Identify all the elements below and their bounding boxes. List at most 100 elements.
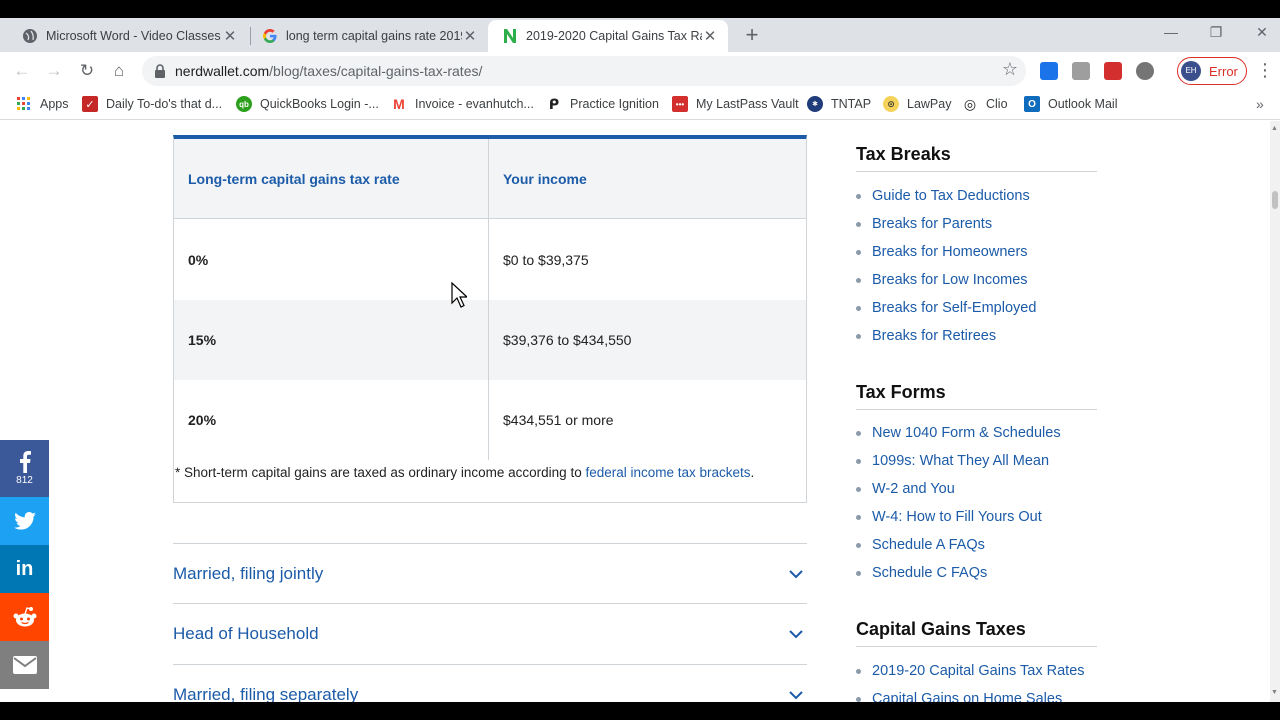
close-tab-icon[interactable]: ✕ <box>462 27 478 45</box>
close-tab-icon[interactable]: ✕ <box>702 27 718 45</box>
accordion-label: Married, filing separately <box>173 684 359 703</box>
bullet-icon <box>856 486 861 492</box>
bookmark-quickbooks[interactable]: qb QuickBooks Login -... <box>236 96 379 112</box>
lastpass-extension-icon[interactable] <box>1104 62 1122 80</box>
sidebar-link[interactable]: 2019-20 Capital Gains Tax Rates <box>856 657 1116 685</box>
avatar: EH <box>1181 61 1201 81</box>
chevron-down-icon <box>789 629 803 638</box>
bookmark-label: LawPay <box>907 97 952 111</box>
tab-microsoft-word[interactable]: Microsoft Word - Video Classes w ✕ <box>8 20 248 52</box>
globe-icon <box>22 28 38 44</box>
income-cell: $434,551 or more <box>503 412 614 428</box>
minimize-icon[interactable]: — <box>1160 24 1182 40</box>
bookmark-lawpay[interactable]: ⊙ LawPay <box>883 96 951 112</box>
mouse-cursor-icon <box>451 282 467 308</box>
linkedin-share-button[interactable]: in <box>0 545 49 593</box>
new-tab-button[interactable]: + <box>740 24 764 48</box>
reload-icon[interactable]: ↻ <box>75 59 99 83</box>
table-header-rate: Long-term capital gains tax rate <box>174 139 489 218</box>
sidebar-list-tax-forms: New 1040 Form & Schedules 1099s: What Th… <box>856 419 1116 587</box>
url-domain: nerdwallet.com <box>175 63 270 79</box>
back-arrow-icon[interactable]: ← <box>10 59 34 83</box>
sidebar-link[interactable]: Schedule A FAQs <box>856 531 1116 559</box>
sidebar-link[interactable]: Breaks for Retirees <box>856 322 1116 350</box>
capital-gains-table: Long-term capital gains tax rate Your in… <box>173 135 807 503</box>
profile-button[interactable]: EH Error <box>1177 57 1247 85</box>
sidebar-link[interactable]: W-4: How to Fill Yours Out <box>856 503 1116 531</box>
bookmark-practice-ignition[interactable]: ᑭ Practice Ignition <box>546 96 659 112</box>
bookmark-invoice[interactable]: M Invoice - evanhutch... <box>391 96 534 112</box>
more-bookmarks-icon[interactable]: » <box>1256 96 1264 112</box>
sidebar-link[interactable]: W-2 and You <box>856 475 1116 503</box>
accordion-married-separately[interactable]: Married, filing separately <box>173 664 807 702</box>
sidebar-link-label: Guide to Tax Deductions <box>872 188 1030 204</box>
profile-status: Error <box>1209 63 1238 79</box>
email-share-button[interactable] <box>0 641 49 689</box>
sidebar-link[interactable]: Breaks for Parents <box>856 210 1116 238</box>
sidebar-link[interactable]: Breaks for Homeowners <box>856 238 1116 266</box>
close-window-icon[interactable]: ✕ <box>1251 24 1273 41</box>
linkedin-icon: in <box>15 557 34 580</box>
close-tab-icon[interactable]: ✕ <box>222 27 238 45</box>
circle-extension-icon[interactable] <box>1136 62 1154 80</box>
bullet-icon <box>856 430 861 436</box>
page-scrollbar[interactable]: ▲ ▼ <box>1270 121 1280 702</box>
lawpay-icon: ⊙ <box>883 96 899 112</box>
sidebar-link[interactable]: Breaks for Self-Employed <box>856 294 1116 322</box>
scroll-up-icon[interactable]: ▲ <box>1271 125 1278 132</box>
reddit-icon <box>13 607 36 627</box>
bookmark-apps[interactable]: Apps <box>16 96 69 112</box>
rate-cell: 20% <box>174 380 489 460</box>
scroll-down-icon[interactable]: ▼ <box>1271 689 1278 696</box>
income-cell: $39,376 to $434,550 <box>503 332 632 348</box>
chevron-down-icon <box>789 690 803 699</box>
tab-strip: Microsoft Word - Video Classes w ✕ long … <box>0 18 1280 52</box>
tab-title: long term capital gains rate 2019 <box>286 29 462 43</box>
address-bar[interactable]: nerdwallet.com/blog/taxes/capital-gains-… <box>142 56 1026 86</box>
twitter-icon <box>13 512 36 530</box>
sidebar-link[interactable]: 1099s: What They All Mean <box>856 447 1116 475</box>
home-icon[interactable]: ⌂ <box>107 59 131 83</box>
bookmark-lastpass[interactable]: ••• My LastPass Vault <box>672 96 799 112</box>
sidebar-link[interactable]: Schedule C FAQs <box>856 559 1116 587</box>
nerdwallet-icon <box>502 28 518 44</box>
twitter-share-button[interactable] <box>0 497 49 545</box>
table-footnote: * Short-term capital gains are taxed as … <box>175 463 795 482</box>
extension-icon[interactable] <box>1072 62 1090 80</box>
tab-nerdwallet[interactable]: 2019-2020 Capital Gains Tax Rate ✕ <box>488 20 728 52</box>
scrollbar-thumb[interactable] <box>1272 191 1278 209</box>
accordion-married-jointly[interactable]: Married, filing jointly <box>173 543 807 603</box>
bookmark-clio[interactable]: ◎ Clio <box>962 96 1008 112</box>
sidebar-link-label: Capital Gains on Home Sales <box>872 691 1063 702</box>
sidebar-link[interactable]: Guide to Tax Deductions <box>856 182 1116 210</box>
mail-extension-icon[interactable] <box>1040 62 1058 80</box>
federal-brackets-link[interactable]: federal income tax brackets <box>585 465 750 480</box>
rate-cell: 0% <box>174 219 489 300</box>
reddit-share-button[interactable] <box>0 593 49 641</box>
bookmark-label: Invoice - evanhutch... <box>415 97 534 111</box>
bookmark-tntap[interactable]: ✱ TNTAP <box>807 96 871 112</box>
bookmark-label: QuickBooks Login -... <box>260 97 379 111</box>
browser-window: Microsoft Word - Video Classes w ✕ long … <box>0 18 1280 702</box>
bookmark-daily-todos[interactable]: ✓ Daily To-do's that d... <box>82 96 222 112</box>
bookmark-label: Daily To-do's that d... <box>106 97 223 111</box>
sidebar-list-capital-gains: 2019-20 Capital Gains Tax Rates Capital … <box>856 657 1116 702</box>
forward-arrow-icon[interactable]: → <box>42 59 66 83</box>
sidebar-link[interactable]: Breaks for Low Incomes <box>856 266 1116 294</box>
sidebar-heading-tax-breaks: Tax Breaks <box>856 144 1097 172</box>
tab-google-search[interactable]: long term capital gains rate 2019 ✕ <box>248 20 488 52</box>
restore-icon[interactable]: ❐ <box>1205 24 1227 41</box>
income-cell: $0 to $39,375 <box>503 251 589 268</box>
sidebar-link[interactable]: Capital Gains on Home Sales <box>856 685 1116 702</box>
mail-icon <box>12 656 37 674</box>
bullet-icon <box>856 333 861 339</box>
sidebar-link[interactable]: New 1040 Form & Schedules <box>856 419 1116 447</box>
facebook-share-button[interactable]: 812 <box>0 440 49 497</box>
lock-icon <box>152 63 168 79</box>
table-row: 15% $39,376 to $434,550 <box>174 300 806 380</box>
bookmark-outlook[interactable]: O Outlook Mail <box>1024 96 1117 112</box>
tab-title: 2019-2020 Capital Gains Tax Rate <box>526 29 702 43</box>
accordion-head-of-household[interactable]: Head of Household <box>173 603 807 663</box>
more-menu-icon[interactable]: ⋮ <box>1256 60 1274 81</box>
bookmark-star-icon[interactable]: ☆ <box>1002 59 1018 80</box>
